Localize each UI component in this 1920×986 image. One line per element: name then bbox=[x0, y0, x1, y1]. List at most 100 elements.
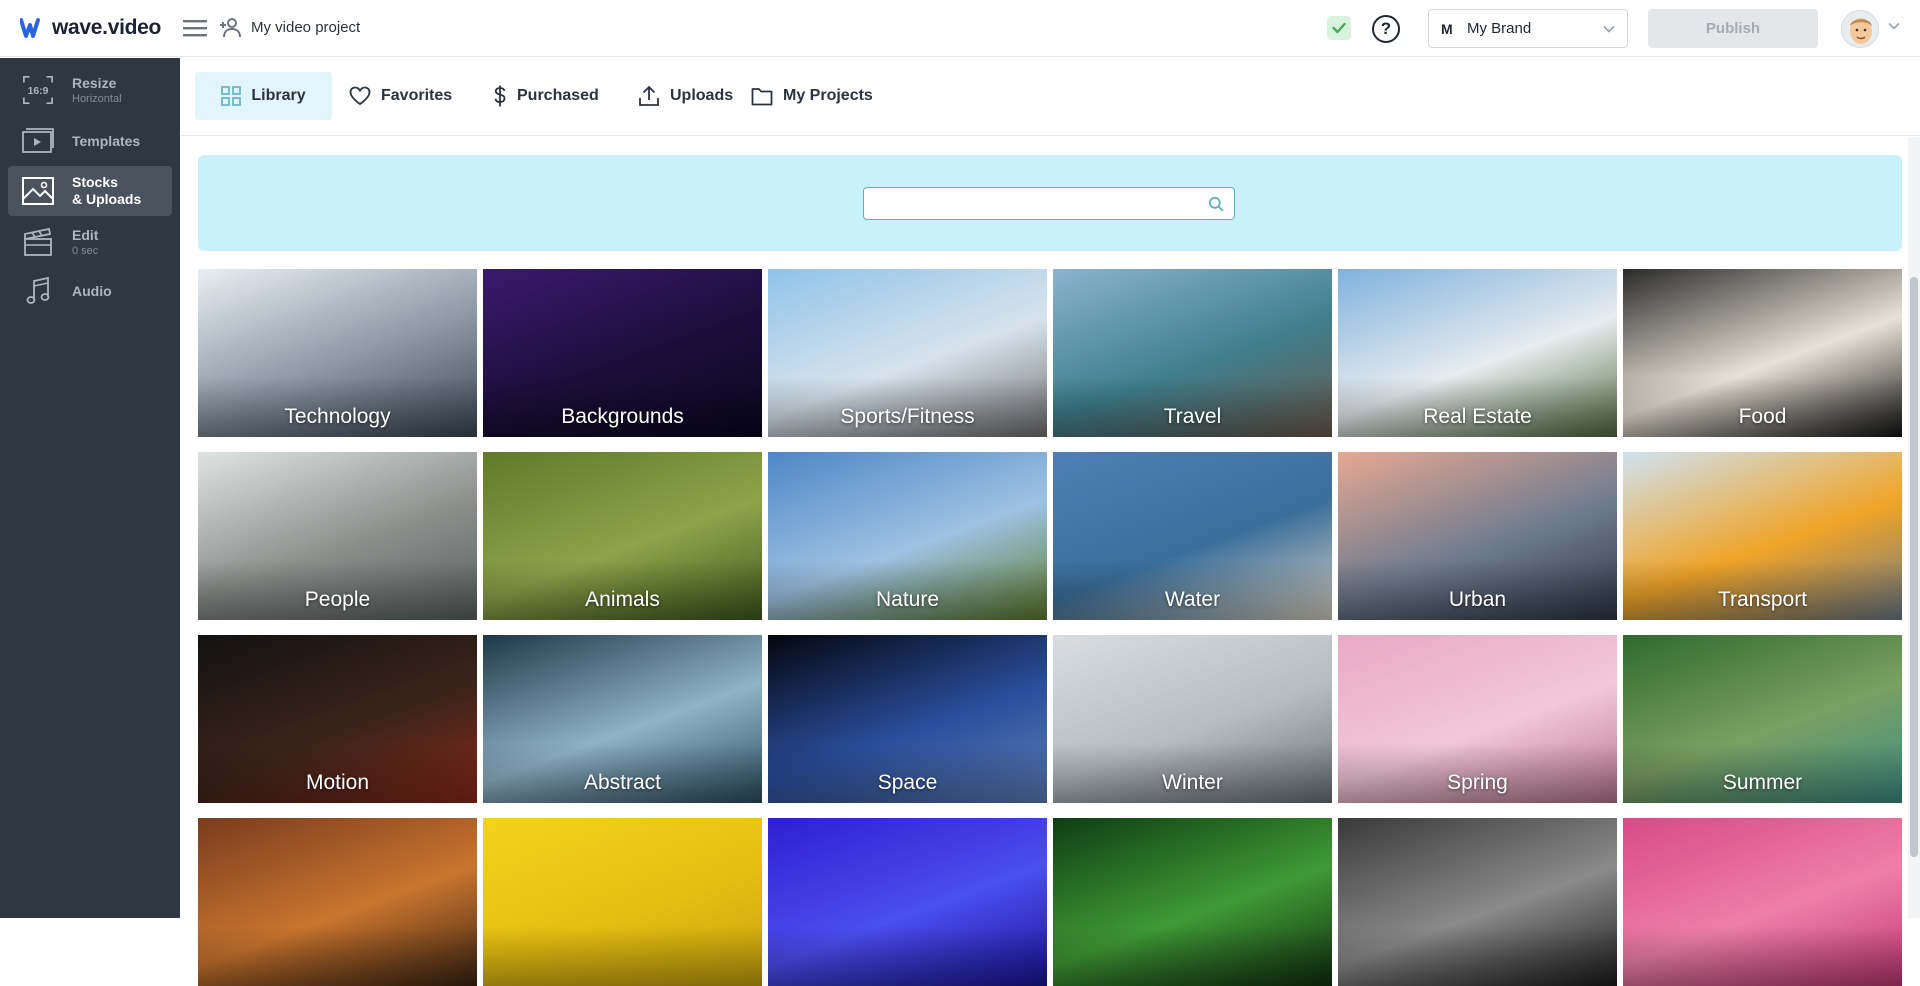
templates-icon bbox=[22, 125, 54, 157]
sidebar-item-label: Audio bbox=[72, 282, 112, 299]
category-label: People bbox=[304, 588, 371, 611]
clapperboard-icon bbox=[22, 226, 54, 258]
sidebar-item-edit[interactable]: Edit 0 sec bbox=[8, 217, 172, 267]
tab-purchased[interactable]: Purchased bbox=[479, 72, 613, 120]
category-tile[interactable]: People bbox=[198, 452, 477, 620]
search-banner bbox=[198, 155, 1902, 251]
sidebar-item-templates[interactable]: Templates bbox=[8, 116, 172, 166]
category-tile[interactable]: Winter bbox=[1053, 635, 1332, 803]
aspect-badge: 16:9 bbox=[28, 86, 49, 97]
category-tile[interactable]: Spring bbox=[1338, 635, 1617, 803]
tile-shade bbox=[1623, 926, 1902, 986]
brand-select[interactable]: M My Brand bbox=[1428, 9, 1628, 48]
sidebar-item-sub: Horizontal bbox=[72, 92, 122, 105]
category-tile[interactable]: Abstract bbox=[483, 635, 762, 803]
search-box bbox=[863, 187, 1235, 220]
category-tile[interactable] bbox=[768, 818, 1047, 986]
user-avatar-icon bbox=[1842, 11, 1878, 47]
category-label: Nature bbox=[875, 588, 940, 611]
category-tile[interactable]: Food bbox=[1623, 269, 1902, 437]
tab-library[interactable]: Library bbox=[195, 72, 332, 120]
tab-label: Favorites bbox=[381, 87, 453, 104]
category-tile[interactable]: Space bbox=[768, 635, 1047, 803]
category-tile[interactable] bbox=[1053, 818, 1332, 986]
logo-text: wave.video bbox=[52, 16, 162, 39]
tile-shade bbox=[1338, 926, 1617, 986]
tab-favorites[interactable]: Favorites bbox=[335, 72, 466, 120]
grid-icon bbox=[221, 86, 242, 106]
category-label: Transport bbox=[1717, 588, 1808, 611]
scrollbar[interactable] bbox=[1908, 137, 1920, 918]
tab-label: Library bbox=[251, 87, 306, 104]
folder-icon bbox=[751, 87, 773, 105]
menu-icon[interactable] bbox=[183, 18, 207, 38]
brand-initial: M bbox=[1441, 20, 1453, 37]
avatar[interactable] bbox=[1841, 10, 1879, 48]
chevron-down-icon bbox=[1603, 25, 1615, 33]
tab-uploads[interactable]: Uploads bbox=[624, 72, 747, 120]
category-tile[interactable] bbox=[1338, 818, 1617, 986]
category-tile[interactable]: Motion bbox=[198, 635, 477, 803]
category-tile[interactable] bbox=[483, 818, 762, 986]
search-icon[interactable] bbox=[1208, 196, 1224, 212]
tile-shade bbox=[198, 926, 477, 986]
upload-icon bbox=[639, 85, 659, 106]
brand-name: My Brand bbox=[1467, 20, 1532, 37]
image-icon bbox=[22, 175, 54, 207]
category-label: Real Estate bbox=[1423, 405, 1532, 428]
heart-icon bbox=[349, 86, 371, 106]
help-icon: ? bbox=[1380, 19, 1392, 38]
sidebar-item-label: Stocks bbox=[72, 174, 118, 190]
library-tabs: Library Favorites Purchased Uploads My P… bbox=[181, 58, 1920, 136]
tab-label: My Projects bbox=[783, 87, 873, 104]
top-bar: wave.video My video project ? M My Brand… bbox=[0, 0, 1920, 57]
category-label: Spring bbox=[1447, 771, 1508, 794]
category-tile[interactable]: Urban bbox=[1338, 452, 1617, 620]
saved-status bbox=[1327, 16, 1351, 40]
tab-label: Purchased bbox=[517, 87, 599, 104]
scrollbar-thumb[interactable] bbox=[1910, 277, 1918, 857]
category-label: Travel bbox=[1163, 405, 1222, 428]
tile-shade bbox=[1053, 926, 1332, 986]
category-tile[interactable]: Animals bbox=[483, 452, 762, 620]
sidebar-item-label: Resize bbox=[72, 74, 117, 91]
sidebar-item-label: Edit bbox=[72, 226, 99, 243]
category-tile[interactable]: Technology bbox=[198, 269, 477, 437]
category-label: Urban bbox=[1448, 588, 1507, 611]
chevron-down-icon[interactable] bbox=[1888, 22, 1900, 30]
sidebar-item-sub: 0 sec bbox=[72, 244, 99, 257]
sidebar-item-audio[interactable]: Audio bbox=[8, 266, 172, 316]
category-tile[interactable]: Transport bbox=[1623, 452, 1902, 620]
category-tile[interactable] bbox=[1623, 818, 1902, 986]
category-tile[interactable] bbox=[198, 818, 477, 986]
category-tile[interactable]: Backgrounds bbox=[483, 269, 762, 437]
publish-button[interactable]: Publish bbox=[1648, 9, 1818, 48]
tile-shade bbox=[483, 926, 762, 986]
help-button[interactable]: ? bbox=[1372, 15, 1400, 43]
tile-shade bbox=[768, 926, 1047, 986]
check-icon bbox=[1332, 22, 1346, 34]
category-label: Technology bbox=[284, 405, 391, 428]
wave-logo-icon bbox=[20, 18, 40, 38]
category-tile[interactable]: Sports/Fitness bbox=[768, 269, 1047, 437]
sidebar-item-stocks[interactable]: Stocks & Uploads bbox=[8, 166, 172, 216]
add-user-icon[interactable] bbox=[219, 17, 243, 39]
category-label: Space bbox=[877, 771, 938, 794]
category-label: Abstract bbox=[583, 771, 662, 794]
category-tile[interactable]: Water bbox=[1053, 452, 1332, 620]
category-tile[interactable]: Nature bbox=[768, 452, 1047, 620]
search-input[interactable] bbox=[864, 188, 1234, 219]
sidebar-item-label: Templates bbox=[72, 132, 141, 149]
category-tile[interactable]: Summer bbox=[1623, 635, 1902, 803]
aspect-ratio-icon: 16:9 bbox=[22, 74, 54, 106]
category-label: Food bbox=[1738, 405, 1787, 428]
project-name[interactable]: My video project bbox=[251, 19, 360, 36]
music-note-icon bbox=[22, 275, 54, 307]
sidebar-item-resize[interactable]: 16:9 Resize Horizontal bbox=[8, 65, 172, 115]
category-tile[interactable]: Travel bbox=[1053, 269, 1332, 437]
category-tile[interactable]: Real Estate bbox=[1338, 269, 1617, 437]
logo[interactable]: wave.video bbox=[20, 16, 161, 40]
tab-label: Uploads bbox=[670, 87, 734, 104]
category-label: Water bbox=[1164, 588, 1221, 611]
tab-my-projects[interactable]: My Projects bbox=[737, 72, 887, 120]
